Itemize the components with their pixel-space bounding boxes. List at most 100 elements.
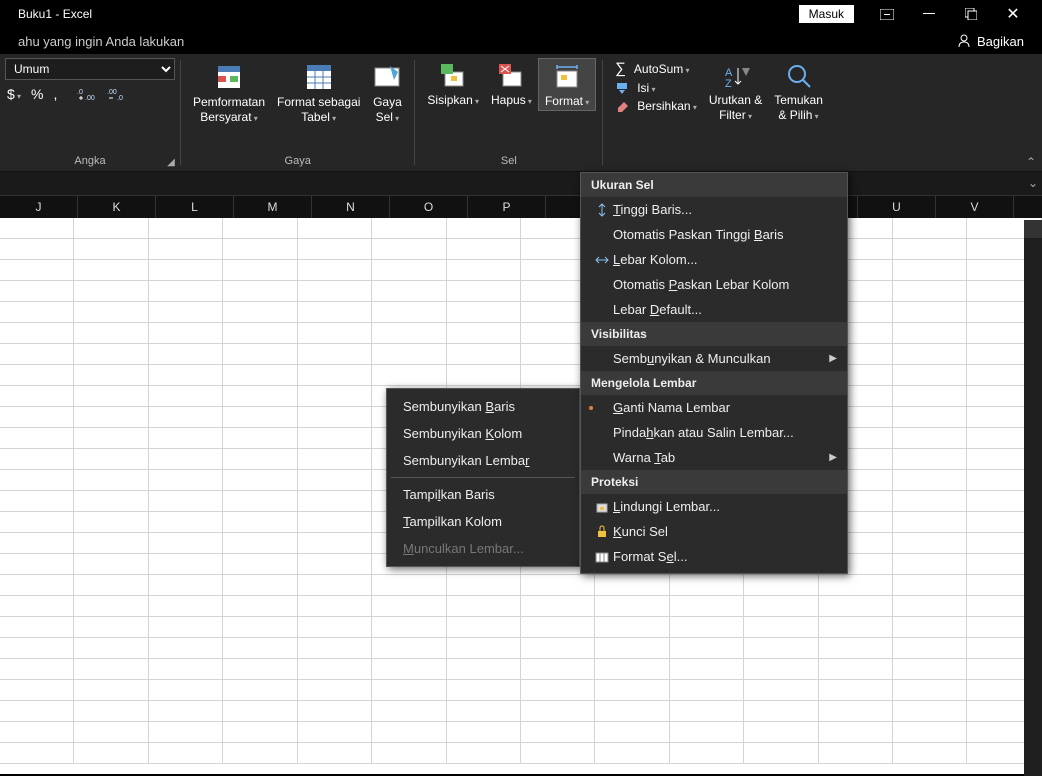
cell[interactable] bbox=[447, 218, 521, 238]
cell[interactable] bbox=[74, 365, 148, 385]
cell[interactable] bbox=[447, 701, 521, 721]
cell[interactable] bbox=[670, 743, 744, 763]
cell[interactable] bbox=[298, 512, 372, 532]
cell[interactable] bbox=[149, 638, 223, 658]
cell[interactable] bbox=[74, 218, 148, 238]
cell[interactable] bbox=[595, 638, 669, 658]
cell[interactable] bbox=[893, 680, 967, 700]
cell[interactable] bbox=[223, 428, 297, 448]
grid-row[interactable] bbox=[0, 680, 1042, 701]
unhide-rows-item[interactable]: Tampilkan Baris bbox=[387, 481, 579, 508]
cell[interactable] bbox=[223, 554, 297, 574]
cell[interactable] bbox=[893, 260, 967, 280]
cell[interactable] bbox=[893, 638, 967, 658]
cell[interactable] bbox=[893, 512, 967, 532]
cell[interactable] bbox=[149, 407, 223, 427]
cell[interactable] bbox=[372, 218, 446, 238]
cell[interactable] bbox=[74, 239, 148, 259]
cell[interactable] bbox=[670, 701, 744, 721]
col-header[interactable]: M bbox=[234, 196, 312, 218]
cell[interactable] bbox=[595, 659, 669, 679]
cell[interactable] bbox=[149, 617, 223, 637]
cell[interactable] bbox=[0, 701, 74, 721]
cell[interactable] bbox=[74, 407, 148, 427]
cell[interactable] bbox=[447, 302, 521, 322]
format-button[interactable]: Format bbox=[538, 58, 596, 111]
cell-styles-button[interactable]: Gaya Sel bbox=[366, 58, 408, 126]
formula-expand-icon[interactable]: ⌄ bbox=[1028, 176, 1038, 190]
cell[interactable] bbox=[893, 407, 967, 427]
cell[interactable] bbox=[521, 743, 595, 763]
cell[interactable] bbox=[74, 701, 148, 721]
cell[interactable] bbox=[893, 701, 967, 721]
cell[interactable] bbox=[149, 323, 223, 343]
cell[interactable] bbox=[0, 365, 74, 385]
cell[interactable] bbox=[149, 260, 223, 280]
close-button[interactable]: ✕ bbox=[992, 0, 1034, 28]
cell[interactable] bbox=[372, 659, 446, 679]
comma-format-button[interactable]: , bbox=[54, 86, 58, 102]
cell[interactable] bbox=[0, 344, 74, 364]
cell[interactable] bbox=[298, 428, 372, 448]
cell[interactable] bbox=[298, 302, 372, 322]
cell[interactable] bbox=[223, 617, 297, 637]
grid-row[interactable] bbox=[0, 638, 1042, 659]
cell[interactable] bbox=[149, 218, 223, 238]
cell[interactable] bbox=[0, 302, 74, 322]
tab-color-item[interactable]: Warna Tab ▶ bbox=[581, 445, 847, 470]
cell[interactable] bbox=[223, 722, 297, 742]
cell[interactable] bbox=[298, 638, 372, 658]
cell[interactable] bbox=[223, 491, 297, 511]
cell[interactable] bbox=[893, 722, 967, 742]
cell[interactable] bbox=[298, 680, 372, 700]
cell[interactable] bbox=[0, 533, 74, 553]
cell[interactable] bbox=[819, 743, 893, 763]
cell[interactable] bbox=[521, 701, 595, 721]
cell[interactable] bbox=[223, 407, 297, 427]
grid-row[interactable] bbox=[0, 365, 1042, 386]
cell[interactable] bbox=[223, 701, 297, 721]
cell[interactable] bbox=[149, 365, 223, 385]
cell[interactable] bbox=[74, 659, 148, 679]
cell[interactable] bbox=[595, 722, 669, 742]
cell[interactable] bbox=[298, 701, 372, 721]
cell[interactable] bbox=[372, 260, 446, 280]
format-cells-item[interactable]: Format Sel... bbox=[581, 544, 847, 569]
cell[interactable] bbox=[447, 596, 521, 616]
conditional-formatting-button[interactable]: Pemformatan Bersyarat bbox=[187, 58, 271, 126]
cell[interactable] bbox=[74, 743, 148, 763]
cell[interactable] bbox=[298, 281, 372, 301]
find-select-button[interactable]: Temukan & Pilih bbox=[768, 58, 829, 124]
cell[interactable] bbox=[149, 575, 223, 595]
cell[interactable] bbox=[893, 386, 967, 406]
cell[interactable] bbox=[372, 617, 446, 637]
cell[interactable] bbox=[149, 386, 223, 406]
move-copy-sheet-item[interactable]: Pindahkan atau Salin Lembar... bbox=[581, 420, 847, 445]
cell[interactable] bbox=[819, 617, 893, 637]
cell[interactable] bbox=[595, 743, 669, 763]
cell[interactable] bbox=[74, 512, 148, 532]
cell[interactable] bbox=[0, 281, 74, 301]
insert-button[interactable]: Sisipkan bbox=[421, 58, 485, 109]
cell[interactable] bbox=[0, 743, 74, 763]
cell[interactable] bbox=[223, 470, 297, 490]
share-button[interactable]: Bagikan bbox=[957, 34, 1024, 49]
cell[interactable] bbox=[0, 512, 74, 532]
cell[interactable] bbox=[595, 575, 669, 595]
cell[interactable] bbox=[0, 680, 74, 700]
cell[interactable] bbox=[298, 659, 372, 679]
cell[interactable] bbox=[447, 344, 521, 364]
cell[interactable] bbox=[149, 470, 223, 490]
cell[interactable] bbox=[149, 533, 223, 553]
cell[interactable] bbox=[223, 680, 297, 700]
cell[interactable] bbox=[223, 281, 297, 301]
clear-button[interactable]: Bersihkan bbox=[615, 99, 697, 113]
unhide-columns-item[interactable]: Tampilkan Kolom bbox=[387, 508, 579, 535]
cell[interactable] bbox=[149, 554, 223, 574]
grid-row[interactable] bbox=[0, 722, 1042, 743]
cell[interactable] bbox=[893, 659, 967, 679]
cell[interactable] bbox=[893, 302, 967, 322]
col-header[interactable]: U bbox=[858, 196, 936, 218]
rename-sheet-item[interactable]: Ganti Nama Lembar bbox=[581, 395, 847, 420]
cell[interactable] bbox=[74, 386, 148, 406]
